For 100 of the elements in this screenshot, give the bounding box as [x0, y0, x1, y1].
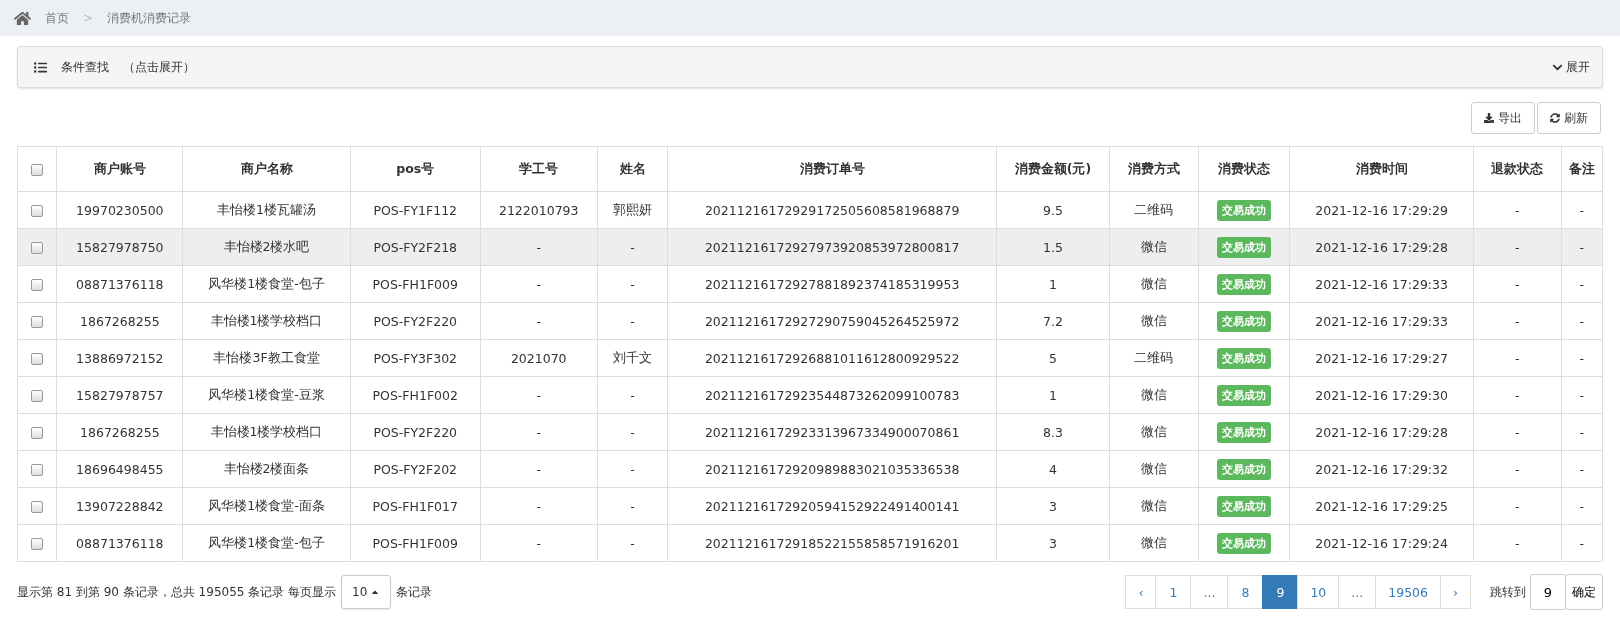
- page-button[interactable]: 19506: [1375, 575, 1441, 609]
- page-button[interactable]: 8: [1227, 575, 1264, 609]
- jump-page-input[interactable]: 9: [1530, 574, 1566, 610]
- table-row[interactable]: 13886972152 丰怡楼3F教工食堂 POS-FY3F302 2021070 刘千文 20211216172926881011612800929522 5 二维码 交易成功 2021-12-16 17:29:27 - -: [17, 339, 1603, 377]
- refresh-icon: [1550, 113, 1560, 123]
- table-cell: -: [597, 487, 668, 525]
- table-cell: POS-FH1F002: [350, 376, 481, 414]
- table-cell: 20211216172923313967334900070861: [667, 413, 997, 451]
- row-checkbox[interactable]: [31, 353, 44, 365]
- table-cell: 2021-12-16 17:29:28: [1289, 228, 1474, 266]
- column-header: 消费方式: [1109, 146, 1199, 192]
- table-row[interactable]: 19970230500 丰怡楼1楼瓦罐汤 POS-FY1F112 2122010793 郭熙妍 20211216172929172505608581968879 9.5 二维码 交易成功 2021-12-16 17:29:29 - -: [17, 191, 1603, 229]
- table-cell: POS-FH1F009: [350, 524, 481, 562]
- table-cell: 二维码: [1109, 339, 1199, 377]
- row-checkbox[interactable]: [31, 501, 44, 513]
- row-checkbox[interactable]: [31, 205, 44, 217]
- table-cell: -: [1561, 450, 1603, 488]
- table-cell: -: [1473, 191, 1562, 229]
- table-row[interactable]: 1867268255 丰怡楼1楼学校档口 POS-FY2F220 - - 20211216172923313967334900070861 8.3 微信 交易成功 2021-12-16 17:29:28 - -: [17, 413, 1603, 451]
- page-ellipsis[interactable]: ...: [1338, 575, 1377, 609]
- table-cell: 18696498455: [56, 450, 183, 488]
- table-cell: 20211216172920594152922491400141: [667, 487, 997, 525]
- table-cell: 微信: [1109, 487, 1199, 525]
- table-row[interactable]: 1867268255 丰怡楼1楼学校档口 POS-FY2F220 - - 20211216172927290759045264525972 7.2 微信 交易成功 2021-12-16 17:29:33 - -: [17, 302, 1603, 340]
- status-label: 交易成功: [1217, 273, 1271, 295]
- row-checkbox[interactable]: [31, 390, 44, 402]
- expand-toggle[interactable]: 展开: [1552, 58, 1590, 76]
- status-label: 交易成功: [1217, 495, 1271, 517]
- table-cell: POS-FY2F202: [350, 450, 481, 488]
- page-button[interactable]: 1: [1155, 575, 1192, 609]
- table-cell: -: [480, 265, 598, 303]
- table-cell: 二维码: [1109, 191, 1199, 229]
- status-label: 交易成功: [1217, 421, 1271, 443]
- table-row[interactable]: 08871376118 风华楼1楼食堂-包子 POS-FH1F009 - - 20211216172927881892374185319953 1 微信 交易成功 2021-12-16 17:29:33 - -: [17, 265, 1603, 303]
- table-cell: 2021-12-16 17:29:28: [1289, 413, 1474, 451]
- table-cell: 20211216172926881011612800929522: [667, 339, 997, 377]
- jump-label: 跳转到: [1490, 583, 1526, 601]
- select-all-checkbox[interactable]: [31, 164, 44, 176]
- filter-title: 条件查找: [61, 58, 109, 76]
- table-cell: 3: [996, 524, 1110, 562]
- next-page-button[interactable]: ›: [1440, 575, 1471, 609]
- status-label: 交易成功: [1217, 458, 1271, 480]
- table-cell: -: [480, 376, 598, 414]
- table-cell: -: [1561, 339, 1603, 377]
- table-cell: 2021-12-16 17:29:24: [1289, 524, 1474, 562]
- table-cell: 刘千文: [597, 339, 668, 377]
- page-size-select[interactable]: 10: [341, 575, 392, 609]
- table-cell: 2021-12-16 17:29:33: [1289, 265, 1474, 303]
- page-button[interactable]: 9: [1262, 575, 1299, 609]
- status-label: 交易成功: [1217, 236, 1271, 258]
- export-button[interactable]: 导出: [1471, 102, 1535, 134]
- table-row[interactable]: 15827978757 风华楼1楼食堂-豆浆 POS-FH1F002 - - 20211216172923544873262099100783 1 微信 交易成功 2021-12-16 17:29:30 - -: [17, 376, 1603, 414]
- previous-page-button[interactable]: ‹: [1125, 575, 1157, 609]
- table-cell: -: [1561, 191, 1603, 229]
- table-cell: 微信: [1109, 265, 1199, 303]
- table-cell: -: [597, 228, 668, 266]
- column-header: 姓名: [597, 146, 668, 192]
- table-cell: 风华楼1楼食堂-面条: [182, 487, 351, 525]
- status-label: 交易成功: [1217, 310, 1271, 332]
- table-cell: POS-FY1F112: [350, 191, 481, 229]
- table-cell: 20211216172927973920853972800817: [667, 228, 997, 266]
- status-label: 交易成功: [1217, 384, 1271, 406]
- row-checkbox[interactable]: [31, 427, 44, 439]
- table-cell: -: [1473, 302, 1562, 340]
- table-cell: 丰怡楼1楼学校档口: [182, 413, 351, 451]
- row-checkbox[interactable]: [31, 538, 44, 550]
- table-row[interactable]: 08871376118 风华楼1楼食堂-包子 POS-FH1F009 - - 20211216172918522155858571916201 3 微信 交易成功 2021-12-16 17:29:24 - -: [17, 524, 1603, 562]
- table-cell: -: [1473, 524, 1562, 562]
- row-checkbox[interactable]: [31, 279, 44, 291]
- table-cell: 15827978757: [56, 376, 183, 414]
- page-size-suffix: 条记录: [396, 583, 433, 601]
- table-cell: 2021-12-16 17:29:30: [1289, 376, 1474, 414]
- confirm-button[interactable]: 确定: [1565, 574, 1603, 610]
- breadcrumb-separator: >: [83, 11, 94, 25]
- row-checkbox[interactable]: [31, 242, 44, 254]
- table-cell: 微信: [1109, 413, 1199, 451]
- page-button[interactable]: 10: [1297, 575, 1340, 609]
- table-row[interactable]: 15827978750 丰怡楼2楼水吧 POS-FY2F218 - - 20211216172927973920853972800817 1.5 微信 交易成功 2021-12-16 17:29:28 - -: [17, 228, 1603, 266]
- page-ellipsis[interactable]: ...: [1190, 575, 1229, 609]
- table-cell: 20211216172929172505608581968879: [667, 191, 997, 229]
- table-cell: 郭熙妍: [597, 191, 668, 229]
- home-icon[interactable]: [14, 9, 31, 27]
- table-cell: -: [1561, 228, 1603, 266]
- refresh-button[interactable]: 刷新: [1537, 102, 1601, 134]
- download-icon: [1484, 113, 1494, 123]
- table-cell: POS-FY2F220: [350, 302, 481, 340]
- column-header: 消费订单号: [667, 146, 997, 192]
- breadcrumb-item[interactable]: 首页: [45, 9, 69, 27]
- table-cell: -: [480, 524, 598, 562]
- row-checkbox[interactable]: [31, 316, 44, 328]
- table-row[interactable]: 18696498455 丰怡楼2楼面条 POS-FY2F202 - - 20211216172920989883021035336538 4 微信 交易成功 2021-12-16 17:29:32 - -: [17, 450, 1603, 488]
- table-cell: 8.3: [996, 413, 1110, 451]
- table-cell: 丰怡楼1楼学校档口: [182, 302, 351, 340]
- table-cell: 1: [996, 376, 1110, 414]
- table-cell: -: [597, 376, 668, 414]
- table-row[interactable]: 13907228842 风华楼1楼食堂-面条 POS-FH1F017 - - 20211216172920594152922491400141 3 微信 交易成功 2021-12-16 17:29:25 - -: [17, 487, 1603, 525]
- table-cell: -: [480, 450, 598, 488]
- table-cell: -: [1473, 450, 1562, 488]
- table-cell: -: [597, 413, 668, 451]
- row-checkbox[interactable]: [31, 464, 44, 476]
